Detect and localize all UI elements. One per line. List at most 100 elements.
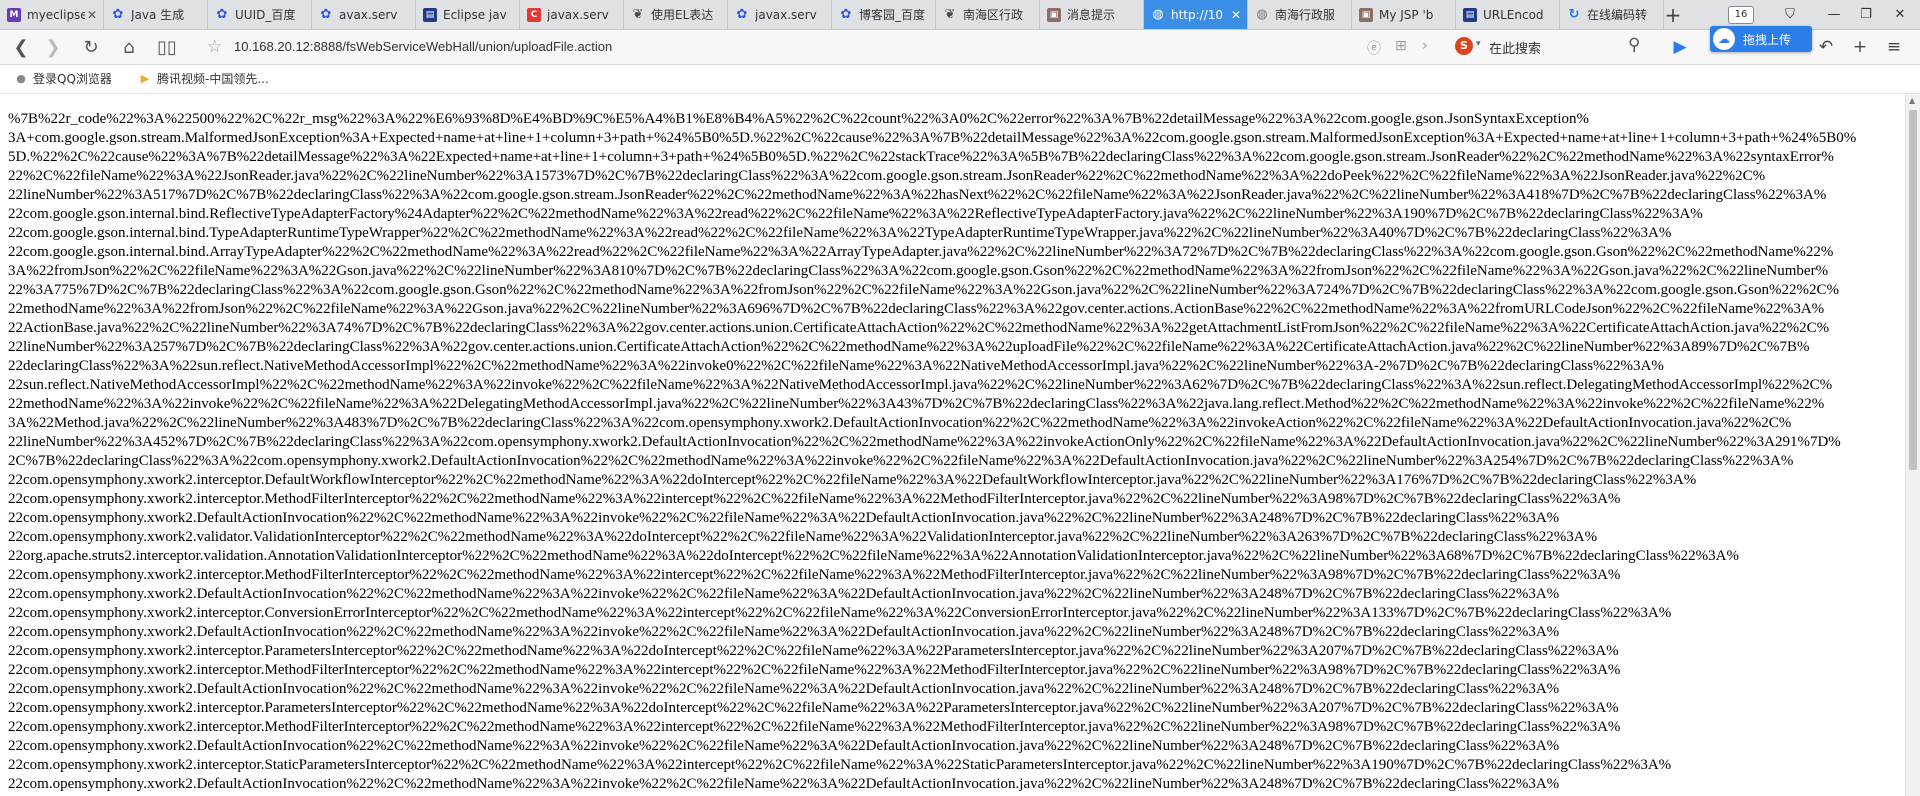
tab-label: Java 生成 [131,8,185,22]
tab-14[interactable]: ▤ URLEncod [1456,0,1560,29]
undo-icon[interactable]: ↶ [1814,34,1838,60]
response-line: 22com.opensymphony.xwork2.interceptor.Me… [8,719,1621,735]
new-tab-button[interactable]: + [1656,0,1690,29]
tab-label: Eclipse jav [443,7,507,22]
paw-icon: ✿ [736,7,748,22]
response-line: 3A%22Method.java%22%2C%22lineNumber%22%3… [8,415,1792,431]
close-window-icon[interactable]: ✕ [1880,0,1920,29]
paw-icon: ✿ [840,7,852,22]
response-line: 22methodName%22%3A%22invoke%22%2C%22file… [8,396,1825,412]
tab-label: 使用EL表达 [651,8,714,22]
address-toolbar: ❮ ❯ ↻ ⌂ ▯▯ ☆ 10.168.20.12:8888/fsWebServ… [0,30,1920,65]
response-line: 2C%7B%22declaringClass%22%3A%22com.opens… [8,453,1794,469]
tab-13[interactable]: ▣ My JSP 'b [1352,0,1456,29]
ie-compat-icon[interactable]: ⓔ [1367,38,1381,58]
back-button[interactable]: ❮ [8,34,34,60]
response-line: 22com.opensymphony.xwork2.interceptor.Me… [8,662,1621,678]
response-line: 22ActionBase.java%22%2C%22lineNumber%22%… [8,320,1830,336]
response-line: 22com.opensymphony.xwork2.interceptor.St… [8,757,1672,773]
response-line: 22com.opensymphony.xwork2.validator.Vali… [8,529,1598,545]
purple-square-icon: M [7,7,21,22]
cloud-icon: ☁ [1713,28,1735,50]
url-text[interactable]: 10.168.20.12:8888/fsWebServiceWebHall/un… [234,39,612,54]
scroll-up-icon[interactable]: ▲ [1909,96,1915,105]
tab-11[interactable]: ◍ http://10 ✕ [1144,0,1248,29]
tab-bar: Mmyeclipse ✕ ✿ Java 生成 ✿ UUID_百度 ✿ avax.serv ▤ Ec… [0,0,1920,30]
tab-label: 在线编码转 [1587,8,1648,22]
tab-15[interactable]: ↻ 在线编码转 [1560,0,1664,29]
tab-list-icon[interactable]: ⊞ [1395,38,1407,54]
home-button[interactable]: ⌂ [116,34,142,60]
tab-label: avax.serv [339,7,398,22]
tab-2[interactable]: ✿ UUID_百度 [208,0,312,29]
globe-icon: ◍ [1256,7,1268,22]
tab-10[interactable]: ▣ 消息提示 [1040,0,1144,29]
response-line: 22com.opensymphony.xwork2.interceptor.Me… [8,491,1621,507]
paw-icon: ✿ [112,7,124,22]
paw-icon: ✿ [320,7,332,22]
tab-12[interactable]: ◍ 南海行政服 [1248,0,1352,29]
tab-label: 南海行政服 [1275,8,1336,22]
response-line: 22com.opensymphony.xwork2.DefaultActionI… [8,510,1560,526]
user-icon: ● [16,72,26,85]
response-line: 22lineNumber%22%3A257%7D%2C%7B%22declari… [8,339,1810,355]
chevron-right-icon[interactable]: › [1422,38,1428,54]
vertical-scrollbar[interactable]: ▲ [1905,94,1920,796]
bookmark-qq-login[interactable]: ● 登录QQ浏览器 [14,70,112,87]
tab-9[interactable]: ❦ 南海区行政 [936,0,1040,29]
response-line: 22sun.reflect.NativeMethodAccessorImpl%2… [8,377,1833,393]
tab-0[interactable]: Mmyeclipse ✕ [0,0,104,29]
forward-button[interactable]: ❯ [40,34,66,60]
close-tab-icon[interactable]: ✕ [85,8,99,22]
tab-7[interactable]: ✿ javax.serv [728,0,832,29]
tab-label: 博客园_百度 [859,8,926,22]
tab-label: 消息提示 [1067,8,1116,22]
drag-upload-button[interactable]: ☁ 拖拽上传 [1710,26,1812,52]
add-icon[interactable]: + [1848,34,1872,60]
picture-icon: ▣ [1047,7,1061,22]
response-line: 22com.opensymphony.xwork2.interceptor.Me… [8,567,1621,583]
search-icon[interactable]: ⚲ [1628,35,1640,55]
search-engine-icon[interactable]: S [1455,37,1473,55]
response-line: 22com.opensymphony.xwork2.DefaultActionI… [8,776,1560,792]
tab-label: 南海区行政 [963,8,1024,22]
shirt-skin-icon[interactable]: ⛉ [1770,0,1810,29]
response-body-text: %7B%22r_code%22%3A%22500%22%2C%22r_msg%2… [0,94,1888,794]
tab-6[interactable]: ❦ 使用EL表达 [624,0,728,29]
close-tab-icon[interactable]: ✕ [1229,8,1243,22]
response-line: 22com.google.gson.internal.bind.Reflecti… [8,206,1703,222]
tab-3[interactable]: ✿ avax.serv [312,0,416,29]
response-line: 22com.opensymphony.xwork2.DefaultActionI… [8,681,1560,697]
tab-1[interactable]: ✿ Java 生成 [104,0,208,29]
page-icon: ▤ [1463,7,1477,22]
bookmarks-bar: ● 登录QQ浏览器 ▶ 腾讯视频-中国领先... [0,65,1920,94]
response-line: 22com.opensymphony.xwork2.DefaultActionI… [8,586,1560,602]
refresh-button[interactable]: ↻ [78,34,104,60]
tab-strip: Mmyeclipse ✕ ✿ Java 生成 ✿ UUID_百度 ✿ avax.serv ▤ Ec… [0,0,1664,29]
tab-8[interactable]: ✿ 博客园_百度 [832,0,936,29]
response-line: 22org.apache.struts2.interceptor.validat… [8,548,1739,564]
play-icon[interactable]: ▶ [1668,34,1692,60]
response-line: 22com.opensymphony.xwork2.interceptor.Pa… [8,643,1619,659]
search-input[interactable]: 在此搜索 [1489,38,1541,57]
tab-5[interactable]: Cjavax.serv [520,0,624,29]
tab-4[interactable]: ▤ Eclipse jav [416,0,520,29]
scrollbar-thumb[interactable] [1909,110,1917,470]
bookmark-tencent-video[interactable]: ▶ 腾讯视频-中国领先... [138,70,269,87]
csdn-icon: C [527,7,541,22]
response-line: 22com.opensymphony.xwork2.DefaultActionI… [8,624,1560,640]
menu-icon[interactable]: ≡ [1882,34,1906,60]
response-line: %7B%22r_code%22%3A%22500%22%2C%22r_msg%2… [8,111,1589,127]
response-line: 22methodName%22%3A%22fromJson%22%2C%22fi… [8,301,1825,317]
tab-count-badge[interactable]: 16 [1728,6,1754,24]
chevron-down-icon[interactable]: ▾ [1476,39,1481,49]
globe-icon: ◍ [1152,7,1164,22]
bookmark-label: 腾讯视频-中国领先... [157,72,269,86]
reading-mode-button[interactable]: ▯▯ [154,34,180,60]
response-line: 22lineNumber%22%3A517%7D%2C%7B%22declari… [8,187,1827,203]
picture-icon: ▣ [1359,7,1373,22]
upload-label: 拖拽上传 [1743,32,1792,47]
bookmark-star-icon[interactable]: ☆ [207,37,222,57]
response-line: 22%2C%22fileName%22%3A%22JsonReader.java… [8,168,1766,184]
address-bar[interactable]: ☆ 10.168.20.12:8888/fsWebServiceWebHall/… [200,33,1350,61]
